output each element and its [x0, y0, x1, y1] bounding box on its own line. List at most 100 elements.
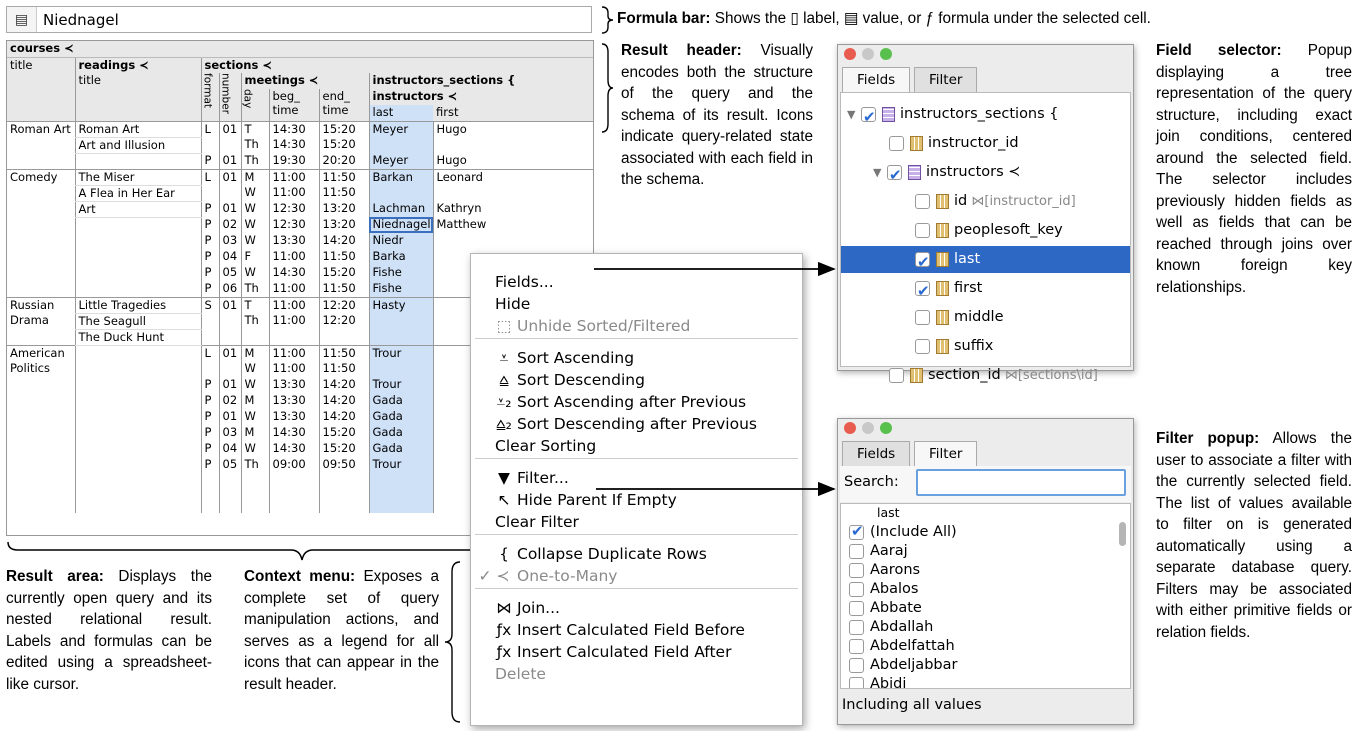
field-tree-item[interactable]: section_id ⋈[sections\id] — [841, 362, 1130, 389]
table-cell[interactable]: 13:30 — [268, 233, 319, 249]
header-first[interactable]: first — [433, 105, 593, 121]
table-cell[interactable] — [368, 185, 433, 201]
table-cell[interactable] — [7, 265, 75, 281]
table-cell[interactable]: P — [200, 233, 219, 249]
table-cell[interactable]: 04 — [218, 441, 241, 457]
table-cell[interactable]: M — [240, 393, 269, 409]
table-cell[interactable] — [7, 425, 75, 441]
table-cell[interactable]: 03 — [218, 233, 241, 249]
table-cell[interactable]: Lachman — [368, 201, 433, 217]
table-cell[interactable]: P — [200, 153, 219, 169]
table-cell[interactable]: Hugo — [432, 120, 593, 137]
table-cell[interactable] — [74, 233, 201, 249]
table-cell[interactable]: 01 — [218, 168, 241, 185]
header-beg-time[interactable]: beg_ time — [268, 89, 319, 121]
table-cell[interactable]: 15:20 — [318, 137, 369, 153]
table-cell[interactable] — [368, 313, 433, 329]
table-cell[interactable]: Th — [240, 153, 269, 169]
header-instructors-sections[interactable]: instructors_sections { — [368, 73, 593, 89]
table-cell[interactable]: The Miser — [74, 168, 201, 186]
table-cell[interactable] — [74, 217, 201, 233]
header-end-time[interactable]: end_ time — [318, 89, 369, 121]
table-cell[interactable]: Kathryn — [432, 201, 593, 217]
table-cell[interactable]: P — [200, 217, 219, 233]
table-cell[interactable]: Gada — [368, 425, 433, 441]
table-cell[interactable]: L — [200, 344, 219, 361]
table-cell[interactable]: Th — [240, 137, 269, 153]
table-cell[interactable]: Gada — [368, 393, 433, 409]
header-number[interactable]: number — [220, 73, 232, 114]
table-cell[interactable] — [7, 201, 75, 217]
table-cell[interactable]: A Flea in Her Ear — [74, 184, 201, 202]
table-cell[interactable]: 01 — [218, 409, 241, 425]
table-cell[interactable]: The Seagull — [74, 312, 201, 330]
filter-checkbox[interactable] — [849, 657, 864, 673]
table-cell[interactable] — [7, 217, 75, 233]
expand-triangle-icon[interactable]: ▼ — [847, 101, 861, 128]
table-cell[interactable]: 11:50 — [318, 344, 369, 361]
table-cell[interactable] — [218, 361, 241, 377]
header-readings[interactable]: readings ≺ — [74, 57, 201, 73]
table-cell[interactable]: The Duck Hunt — [74, 328, 201, 346]
table-cell[interactable]: W — [240, 441, 269, 457]
table-cell[interactable] — [7, 153, 75, 169]
table-cell[interactable]: 11:00 — [268, 281, 319, 297]
menu-item[interactable]: {Collapse Duplicate Rows — [495, 543, 707, 565]
filter-checkbox[interactable] — [849, 543, 864, 559]
table-cell[interactable]: S — [200, 296, 219, 313]
table-cell[interactable]: 14:30 — [268, 425, 319, 441]
table-cell[interactable]: 14:30 — [268, 441, 319, 457]
table-cell[interactable]: 11:00 — [268, 296, 319, 313]
table-cell[interactable]: M — [240, 425, 269, 441]
table-cell[interactable]: 12:20 — [318, 296, 369, 313]
filter-value-item[interactable]: Abidi — [849, 675, 906, 688]
table-cell[interactable]: 13:30 — [268, 393, 319, 409]
table-cell[interactable]: W — [240, 409, 269, 425]
field-tree-item[interactable]: first — [841, 275, 1130, 305]
table-cell[interactable]: 11:00 — [268, 344, 319, 361]
table-cell[interactable]: F — [240, 249, 269, 265]
header-meetings[interactable]: meetings ≺ — [240, 73, 369, 89]
table-cell[interactable] — [218, 313, 241, 329]
menu-item[interactable]: ƒx Insert Calculated Field Before — [495, 619, 745, 641]
table-cell[interactable]: L — [200, 120, 219, 137]
field-tree-item[interactable]: ▼ instructors ≺ — [841, 159, 1130, 189]
table-cell[interactable]: P — [200, 441, 219, 457]
table-cell[interactable]: 01 — [218, 344, 241, 361]
table-cell[interactable]: Politics — [7, 361, 75, 377]
tab-filter[interactable]: Filter — [914, 441, 978, 467]
table-cell[interactable] — [200, 185, 219, 201]
table-cell[interactable]: Art and Illusion — [74, 136, 201, 154]
table-cell[interactable]: 11:50 — [318, 361, 369, 377]
table-cell[interactable]: 04 — [218, 249, 241, 265]
table-cell[interactable] — [432, 137, 593, 153]
table-cell[interactable] — [200, 361, 219, 377]
field-tree-item[interactable]: instructor_id — [841, 130, 1130, 157]
table-cell[interactable]: Fishe — [368, 265, 433, 281]
field-checkbox[interactable] — [915, 309, 930, 325]
table-cell[interactable] — [368, 361, 433, 377]
header-format[interactable]: format — [202, 73, 214, 108]
field-checkbox[interactable] — [915, 193, 930, 209]
table-cell[interactable]: Th — [240, 281, 269, 297]
table-cell[interactable] — [74, 361, 201, 377]
table-cell[interactable] — [7, 393, 75, 409]
field-checkbox[interactable] — [915, 222, 930, 238]
table-cell[interactable]: T — [240, 120, 269, 137]
table-cell[interactable]: 05 — [218, 457, 241, 473]
table-cell[interactable]: Niedr — [368, 233, 433, 249]
table-cell[interactable]: P — [200, 425, 219, 441]
table-cell[interactable]: Matthew — [432, 217, 593, 233]
header-last[interactable]: last — [368, 105, 433, 121]
table-cell[interactable]: Roman Art — [74, 120, 201, 138]
table-cell[interactable]: 11:00 — [268, 361, 319, 377]
table-cell[interactable] — [432, 233, 593, 249]
table-cell[interactable]: American — [7, 344, 75, 361]
close-icon[interactable] — [844, 422, 856, 434]
field-tree-item[interactable]: id ⋈[instructor_id] — [841, 188, 1130, 215]
table-cell[interactable]: Trour — [368, 344, 433, 361]
table-cell[interactable]: Roman Art — [7, 120, 75, 137]
header-instructors[interactable]: instructors ≺ — [368, 89, 593, 105]
table-cell[interactable]: 14:20 — [318, 377, 369, 393]
table-cell[interactable]: 01 — [218, 377, 241, 393]
